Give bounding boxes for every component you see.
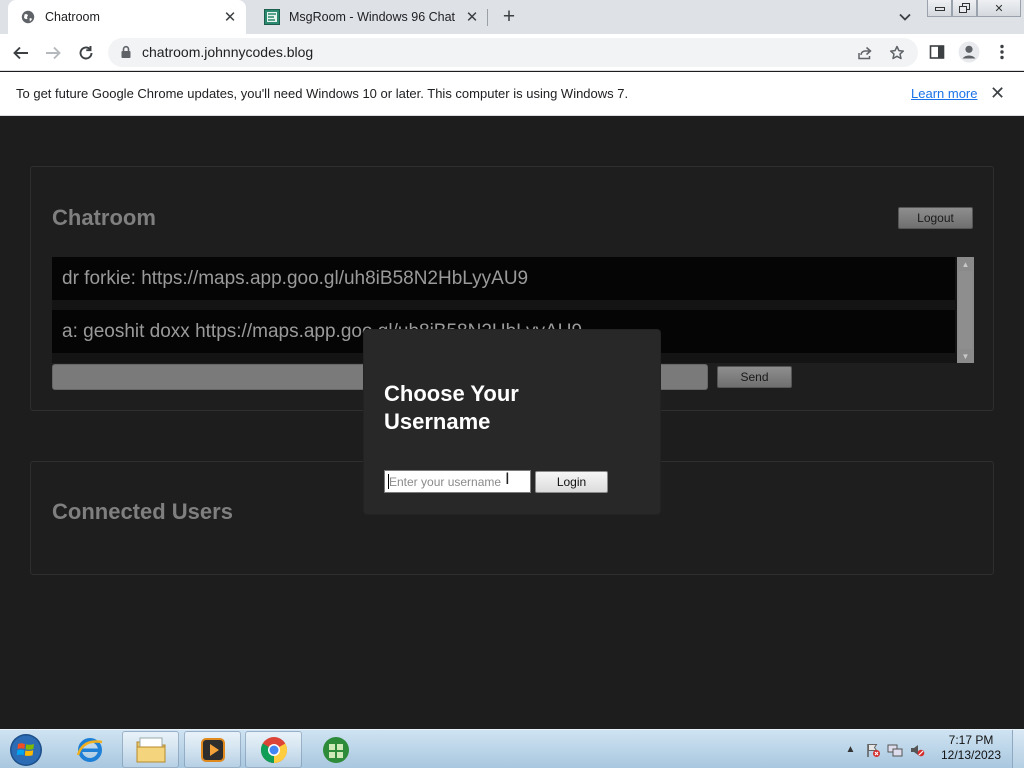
back-arrow-icon[interactable] bbox=[8, 40, 34, 66]
logout-button[interactable]: Logout bbox=[898, 207, 973, 229]
send-button[interactable]: Send bbox=[717, 366, 792, 388]
network-icon[interactable] bbox=[886, 741, 903, 758]
tab-label: MsgRoom - Windows 96 Chat bbox=[289, 10, 456, 24]
tab-msgroom[interactable]: MsgRoom - Windows 96 Chat ✕ bbox=[252, 0, 488, 34]
login-button[interactable]: Login bbox=[535, 471, 608, 493]
forward-arrow-icon[interactable] bbox=[40, 40, 66, 66]
infobar-message: To get future Google Chrome updates, you… bbox=[16, 86, 629, 101]
profile-avatar-icon[interactable] bbox=[957, 40, 981, 64]
url-text: chatroom.johnnycodes.blog bbox=[142, 44, 314, 60]
page-content: Chatroom Logout dr forkie: https://maps.… bbox=[0, 116, 1024, 729]
new-tab-button[interactable]: + bbox=[498, 5, 520, 28]
clock-date: 12/13/2023 bbox=[940, 748, 1002, 762]
windows-update-icon[interactable] bbox=[307, 731, 364, 768]
address-bar[interactable]: chatroom.johnnycodes.blog bbox=[108, 38, 918, 67]
windows-taskbar: ▲ 7:17 PM 12/13/2023 bbox=[0, 729, 1024, 768]
learn-more-link[interactable]: Learn more bbox=[911, 86, 977, 101]
update-infobar: To get future Google Chrome updates, you… bbox=[0, 72, 1024, 116]
tab-chatroom[interactable]: Chatroom ✕ bbox=[8, 0, 246, 34]
modal-title: Choose Your Username bbox=[384, 381, 519, 434]
chrome-icon[interactable] bbox=[245, 731, 302, 768]
chevron-down-icon[interactable] bbox=[895, 7, 915, 27]
window-controls: ✕ bbox=[927, 0, 1021, 17]
system-tray: ▲ bbox=[842, 730, 930, 768]
username-modal: Choose Your Username I Login bbox=[364, 330, 660, 514]
connected-users-title: Connected Users bbox=[52, 499, 233, 524]
globe-icon bbox=[20, 9, 36, 25]
restore-button[interactable] bbox=[952, 0, 977, 17]
tab-strip: Chatroom ✕ MsgRoom - Windows 96 Chat ✕ +… bbox=[0, 0, 1024, 34]
share-icon[interactable] bbox=[856, 44, 874, 62]
internet-explorer-icon[interactable] bbox=[61, 731, 118, 768]
bookmark-star-icon[interactable] bbox=[888, 44, 906, 62]
media-player-icon[interactable] bbox=[184, 731, 241, 768]
browser-toolbar: chatroom.johnnycodes.blog bbox=[0, 34, 1024, 71]
msgroom-icon bbox=[264, 9, 280, 25]
text-caret bbox=[388, 474, 389, 489]
side-panel-icon[interactable] bbox=[925, 40, 949, 64]
close-icon[interactable]: ✕ bbox=[990, 84, 1005, 102]
action-center-flag-icon[interactable] bbox=[864, 741, 881, 758]
minimize-button[interactable] bbox=[927, 0, 952, 17]
show-hidden-icons-arrow-icon[interactable]: ▲ bbox=[842, 741, 859, 758]
volume-muted-icon[interactable] bbox=[908, 741, 925, 758]
close-tab-icon[interactable]: ✕ bbox=[462, 7, 482, 27]
lock-icon[interactable] bbox=[119, 45, 133, 59]
text-cursor-icon: I bbox=[505, 469, 510, 488]
taskbar-clock[interactable]: 7:17 PM 12/13/2023 bbox=[938, 733, 1004, 763]
reload-icon[interactable] bbox=[73, 40, 99, 66]
scroll-thumb[interactable] bbox=[959, 271, 972, 349]
chatroom-title: Chatroom bbox=[52, 205, 156, 230]
show-desktop-button[interactable] bbox=[1012, 730, 1024, 768]
tab-label: Chatroom bbox=[45, 10, 100, 24]
start-button[interactable] bbox=[6, 731, 46, 768]
scroll-down-arrow-icon[interactable]: ▼ bbox=[957, 349, 974, 363]
clock-time: 7:17 PM bbox=[948, 733, 994, 747]
menu-kebab-icon[interactable] bbox=[990, 40, 1014, 64]
tab-divider bbox=[487, 9, 488, 26]
message-item: dr forkie: https://maps.app.goo.gl/uh8iB… bbox=[52, 257, 955, 300]
message-scrollbar[interactable]: ▲ ▼ bbox=[957, 257, 974, 363]
close-window-button[interactable]: ✕ bbox=[977, 0, 1021, 17]
close-tab-icon[interactable]: ✕ bbox=[220, 7, 240, 27]
scroll-up-arrow-icon[interactable]: ▲ bbox=[957, 257, 974, 271]
file-explorer-icon[interactable] bbox=[122, 731, 179, 768]
